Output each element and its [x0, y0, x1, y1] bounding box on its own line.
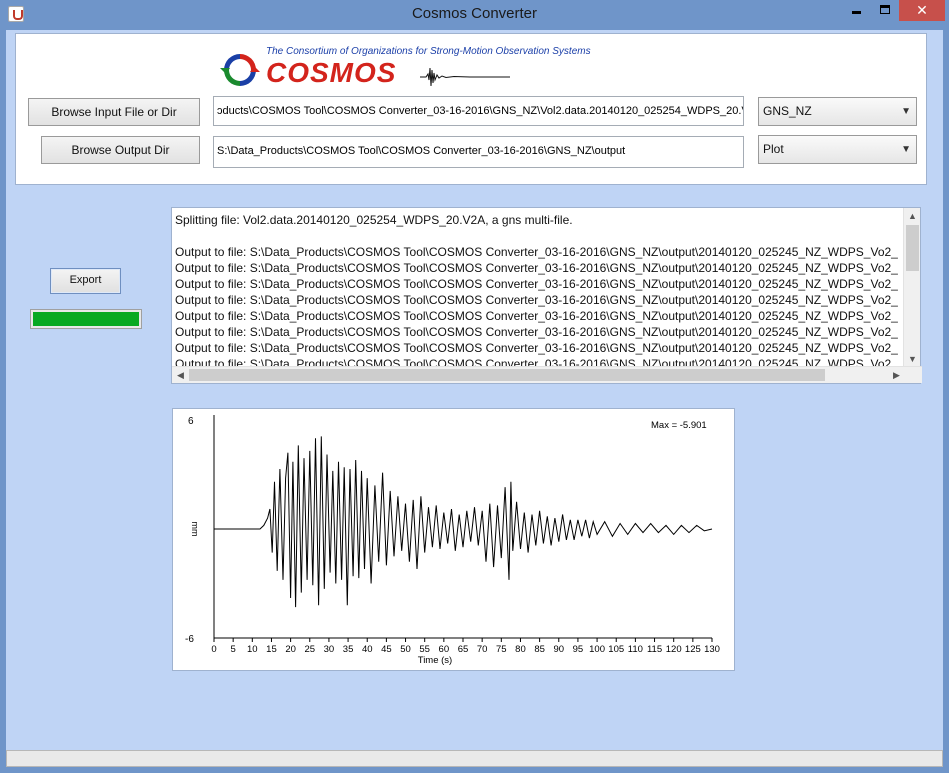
scroll-up-icon[interactable]: ▲ [904, 208, 921, 225]
max-annotation: Max = -5.901 [651, 420, 707, 431]
logo-wordmark: COSMOS [266, 57, 397, 88]
x-tick-label: 110 [628, 644, 643, 655]
scroll-left-icon[interactable]: ◀ [172, 367, 189, 384]
progress-bar [30, 309, 142, 329]
x-tick-label: 100 [589, 644, 605, 655]
vertical-scrollbar[interactable]: ▲ ▼ [903, 208, 920, 368]
minimize-button[interactable] [842, 0, 870, 21]
x-tick-label: 90 [553, 644, 564, 655]
x-tick-label: 55 [419, 644, 430, 655]
window-title: Cosmos Converter [411, 5, 538, 22]
browse-output-button[interactable]: Browse Output Dir [41, 136, 200, 164]
log-line: Output to file: S:\Data_Products\COSMOS … [175, 261, 898, 275]
maximize-button[interactable] [871, 0, 899, 21]
horizontal-scrollbar[interactable]: ◀ ▶ [172, 366, 922, 383]
log-line: Output to file: S:\Data_Products\COSMOS … [175, 277, 898, 291]
x-tick-label: 10 [247, 644, 258, 655]
x-tick-label: 125 [685, 644, 701, 655]
log-line: Output to file: S:\Data_Products\COSMOS … [175, 325, 898, 339]
format-select-value: GNS_NZ [763, 104, 812, 118]
file-selection-panel: The Consortium of Organizations for Stro… [15, 33, 927, 185]
log-output-area[interactable]: Splitting file: Vol2.data.20140120_02525… [171, 207, 922, 384]
close-button[interactable]: ✕ [899, 0, 945, 21]
x-tick-label: 105 [608, 644, 624, 655]
seismogram-trace-icon [420, 67, 510, 87]
format-select[interactable]: GNS_NZ ▼ [758, 97, 917, 126]
browse-input-button[interactable]: Browse Input File or Dir [28, 98, 200, 126]
action-select[interactable]: Plot ▼ [758, 135, 917, 164]
close-icon: ✕ [916, 2, 928, 18]
waveform-series-line [214, 436, 713, 608]
action-select-value: Plot [763, 142, 784, 156]
log-line: Output to file: S:\Data_Products\COSMOS … [175, 341, 898, 355]
x-tick-label: 30 [324, 644, 335, 655]
vertical-scroll-thumb[interactable] [906, 225, 919, 271]
output-path-field[interactable]: S:\Data_Products\COSMOS Tool\COSMOS Conv… [213, 136, 744, 168]
waveform-chart: 0 5 10 15 20 25 30 35 40 45 50 55 60 65 70 75 80 85 90 95 10… [185, 415, 720, 666]
x-tick-label: 15 [266, 644, 277, 655]
log-text: Splitting file: Vol2.data.20140120_02525… [172, 208, 905, 368]
status-bar [6, 750, 943, 767]
cosmos-logo: The Consortium of Organizations for Stro… [218, 46, 618, 90]
log-line: Splitting file: Vol2.data.20140120_02525… [175, 213, 573, 227]
x-tick-label: 120 [666, 644, 682, 655]
x-tick-label: 95 [573, 644, 584, 655]
export-button[interactable]: Export [50, 268, 121, 294]
x-tick-label: 25 [304, 644, 315, 655]
x-tick-label: 130 [704, 644, 720, 655]
input-path-field[interactable]: ɔducts\COSMOS Tool\COSMOS Converter_03-1… [213, 96, 744, 126]
x-tick-label: 5 [231, 644, 236, 655]
x-tick-label: 0 [211, 644, 216, 655]
x-tick-label: 65 [458, 644, 469, 655]
x-tick-label: 50 [400, 644, 411, 655]
x-tick-label: 75 [496, 644, 507, 655]
x-tick-label: 115 [647, 644, 662, 655]
x-tick-label: 35 [343, 644, 354, 655]
y-tick-label: -6 [185, 634, 194, 645]
chevron-down-icon: ▼ [901, 144, 911, 155]
horizontal-scroll-thumb[interactable] [189, 369, 825, 381]
log-line: Output to file: S:\Data_Products\COSMOS … [175, 245, 898, 259]
waveform-plot: 0 5 10 15 20 25 30 35 40 45 50 55 60 65 70 75 80 85 90 95 10… [172, 408, 735, 671]
x-tick-label: 20 [285, 644, 296, 655]
x-tick-label: 80 [515, 644, 526, 655]
progress-fill [33, 312, 139, 326]
x-axis-label: Time (s) [418, 655, 452, 666]
x-tick-label: 70 [477, 644, 488, 655]
minimize-icon [851, 11, 861, 14]
x-tick-label: 60 [439, 644, 450, 655]
x-tick-label: 45 [381, 644, 392, 655]
title-bar: Cosmos Converter ✕ [0, 0, 949, 30]
log-line: Output to file: S:\Data_Products\COSMOS … [175, 293, 898, 307]
x-tick-label: 85 [534, 644, 545, 655]
maximize-icon [880, 5, 890, 14]
x-tick-label: 40 [362, 644, 373, 655]
logo-tagline: The Consortium of Organizations for Stro… [266, 46, 591, 57]
y-axis-label: mm [190, 522, 200, 537]
y-tick-label: 6 [188, 416, 194, 427]
cosmos-circle-arrows-icon [220, 54, 260, 86]
scroll-right-icon[interactable]: ▶ [888, 367, 905, 384]
log-line: Output to file: S:\Data_Products\COSMOS … [175, 309, 898, 323]
chevron-down-icon: ▼ [901, 106, 911, 117]
main-window-content: The Consortium of Organizations for Stro… [6, 30, 943, 767]
